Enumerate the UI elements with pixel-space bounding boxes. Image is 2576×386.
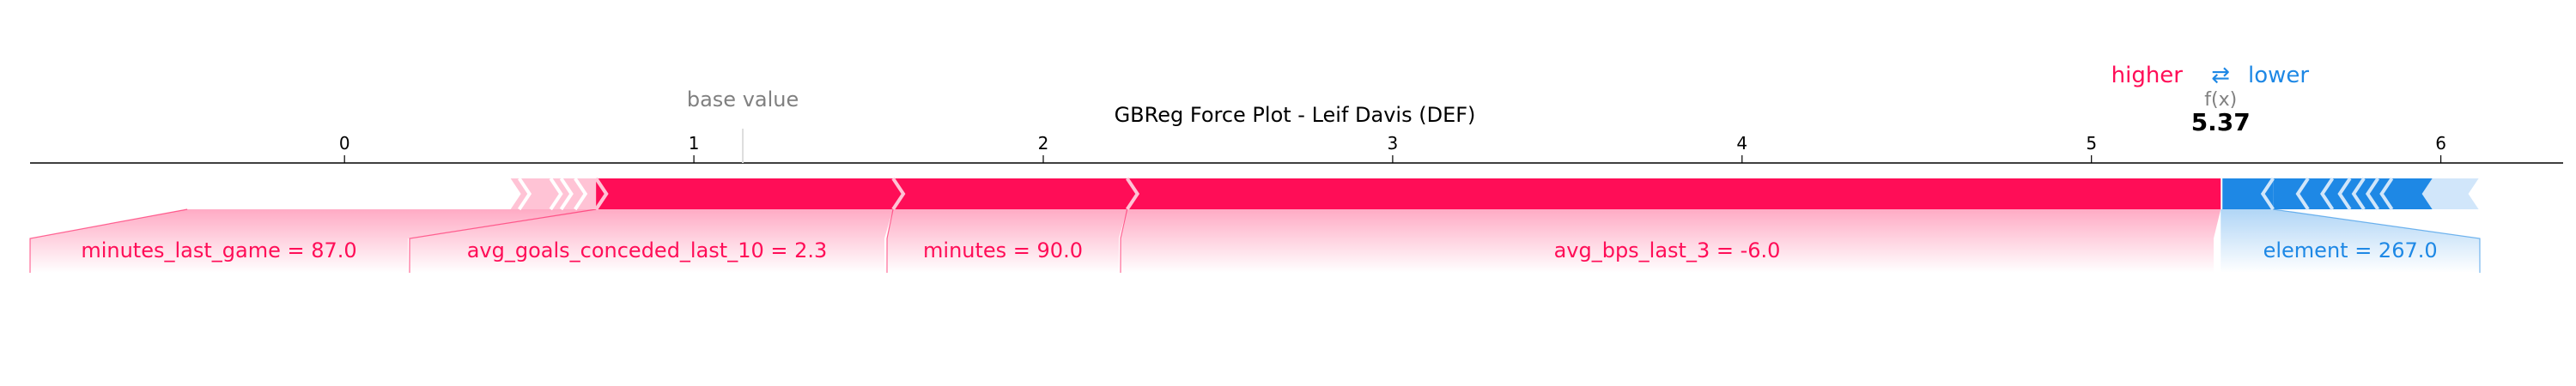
- base-value-label: base value: [687, 87, 799, 112]
- negative-feature-label: element = 267.0: [2263, 238, 2438, 262]
- legend: higher ⇄ lower: [2111, 63, 2310, 88]
- x-tick-label: 2: [1038, 133, 1049, 154]
- positive-feature-label: avg_goals_conceded_last_10 = 2.3: [467, 238, 828, 262]
- output-value: 5.37: [2191, 108, 2251, 136]
- positive-bar: [596, 178, 2221, 209]
- positive-feature-label: avg_bps_last_3 = -6.0: [1554, 238, 1781, 262]
- x-tick-label: 4: [1736, 133, 1747, 154]
- label-bands: [29, 208, 2481, 273]
- force-bars: [510, 177, 2479, 211]
- positive-feature-label: minutes = 90.0: [923, 238, 1083, 262]
- chart-title: GBReg Force Plot - Leif Davis (DEF): [1115, 103, 1476, 127]
- legend-higher: higher: [2111, 63, 2184, 88]
- x-tick-label: 6: [2435, 133, 2446, 154]
- x-tick-label: 3: [1388, 133, 1399, 154]
- minor-negative-bar: [2421, 178, 2479, 209]
- x-tick-label: 5: [2086, 133, 2097, 154]
- x-axis: 0 1 2 3 4 5 6: [30, 129, 2563, 164]
- negative-bar: [2222, 178, 2274, 209]
- minor-positive-bar: [510, 178, 607, 209]
- legend-arrow-icon: ⇄: [2211, 63, 2230, 88]
- x-tick-label: 1: [689, 133, 700, 154]
- legend-lower: lower: [2248, 63, 2309, 88]
- positive-feature-label: minutes_last_game = 87.0: [81, 238, 356, 262]
- force-plot: higher ⇄ lower base value GBReg Force Pl…: [29, 63, 2563, 273]
- x-tick-label: 0: [339, 133, 350, 154]
